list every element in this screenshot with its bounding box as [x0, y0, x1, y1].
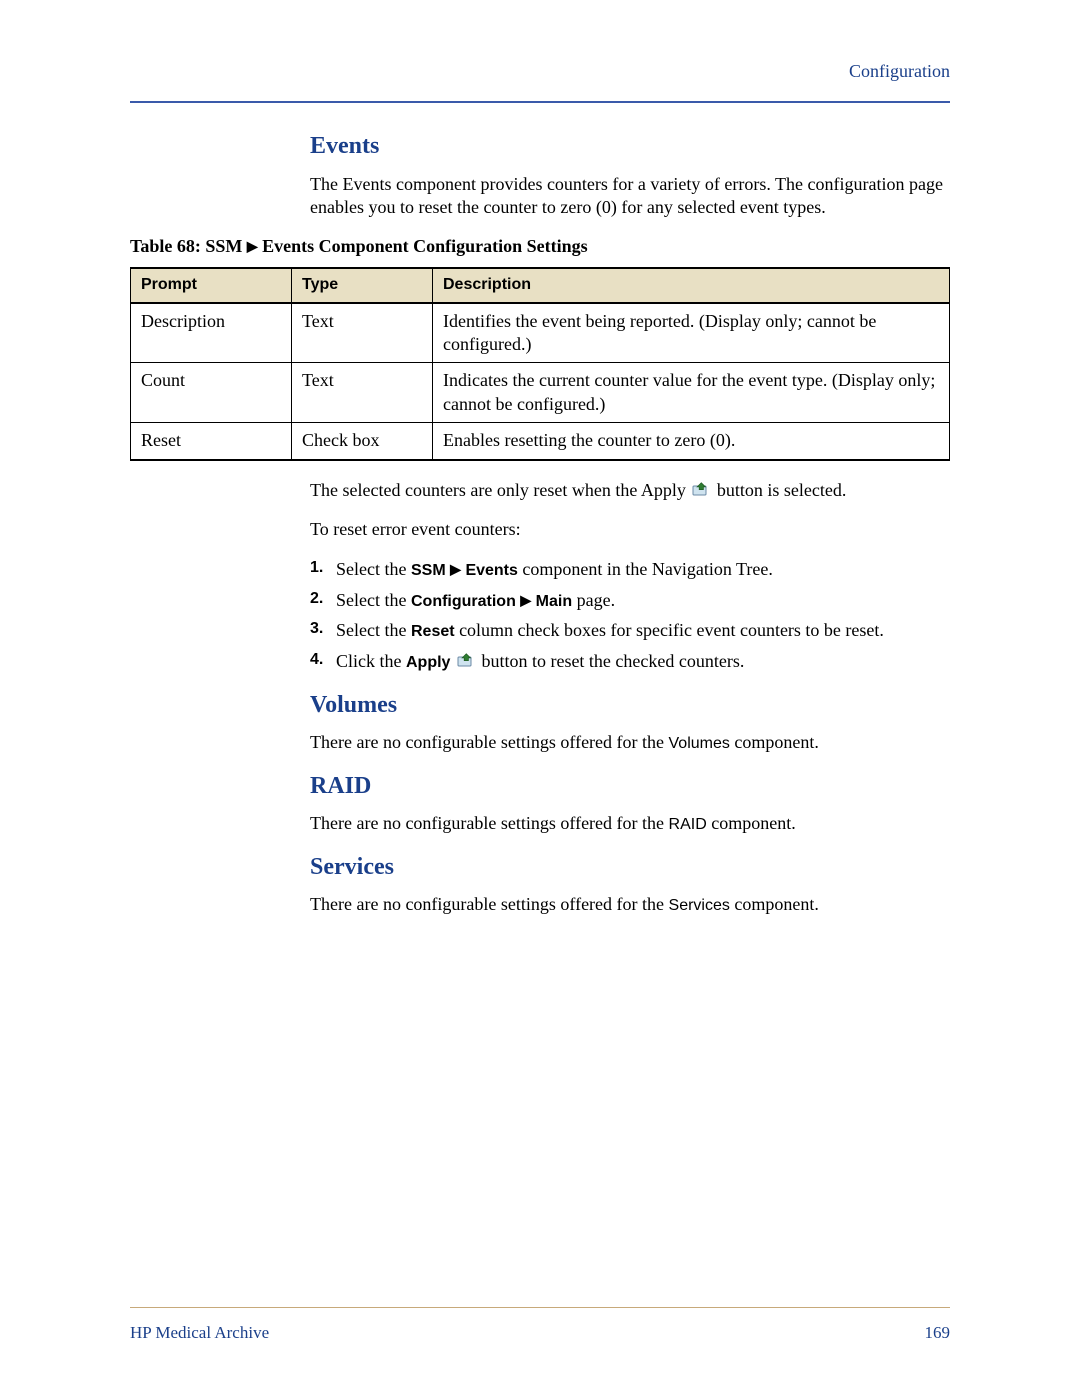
volumes-text: There are no configurable settings offer…: [310, 731, 950, 755]
triangle-icon: ▶: [520, 592, 531, 608]
heading-raid: RAID: [310, 771, 950, 802]
table-row: Count Text Indicates the current counter…: [131, 363, 950, 423]
cell-type: Text: [292, 303, 433, 363]
cell-description: Identifies the event being reported. (Di…: [433, 303, 950, 363]
cell-prompt: Reset: [131, 423, 292, 460]
cell-prompt: Count: [131, 363, 292, 423]
step-bold: SSM: [411, 562, 446, 579]
services-text: There are no configurable settings offer…: [310, 893, 950, 917]
apply-note-b: button is selected.: [717, 480, 846, 500]
th-description: Description: [433, 268, 950, 303]
step-bold: Reset: [411, 623, 455, 640]
table-row: Reset Check box Enables resetting the co…: [131, 423, 950, 460]
raid-text: There are no configurable settings offer…: [310, 812, 950, 836]
heading-volumes: Volumes: [310, 690, 950, 721]
component-name: Volumes: [669, 735, 730, 752]
table-caption-suffix: Events Component Configuration Settings: [262, 236, 588, 256]
running-header: Configuration: [130, 60, 950, 83]
table-caption-prefix: Table 68: SSM: [130, 236, 242, 256]
step-text: button to reset the checked counters.: [481, 651, 744, 671]
table-caption: Table 68: SSM ▶ Events Component Configu…: [130, 235, 950, 258]
step-bold: Events: [465, 562, 517, 579]
step-number: 3.: [310, 618, 336, 643]
step-text: Click the: [336, 651, 406, 671]
step-number: 1.: [310, 557, 336, 582]
para-text: There are no configurable settings offer…: [310, 732, 669, 752]
reset-intro: To reset error event counters:: [310, 518, 950, 541]
step-text: Select the: [336, 559, 411, 579]
para-text: There are no configurable settings offer…: [310, 894, 669, 914]
component-name: Services: [669, 897, 730, 914]
step-number: 2.: [310, 588, 336, 613]
step-text: Select the: [336, 590, 411, 610]
step-bold: Configuration: [411, 593, 516, 610]
para-text: There are no configurable settings offer…: [310, 813, 669, 833]
heading-services: Services: [310, 852, 950, 883]
apply-note-a: The selected counters are only reset whe…: [310, 480, 686, 500]
step-text: Select the: [336, 620, 411, 640]
component-name: RAID: [669, 816, 707, 833]
heading-events: Events: [310, 131, 950, 162]
step-text: page.: [577, 590, 615, 610]
para-text: component.: [730, 894, 819, 914]
step-bold: Main: [536, 593, 572, 610]
header-rule: [130, 101, 950, 103]
footer-rule: [130, 1307, 950, 1308]
triangle-icon: ▶: [247, 240, 258, 255]
events-intro: The Events component provides counters f…: [310, 173, 950, 220]
para-text: component.: [730, 732, 819, 752]
config-table: Prompt Type Description Description Text…: [130, 267, 950, 461]
steps-list: 1. Select the SSM ▶ Events component in …: [310, 557, 950, 673]
cell-type: Text: [292, 363, 433, 423]
step-2: 2. Select the Configuration ▶ Main page.: [310, 588, 950, 613]
triangle-icon: ▶: [450, 561, 461, 577]
step-1: 1. Select the SSM ▶ Events component in …: [310, 557, 950, 582]
th-type: Type: [292, 268, 433, 303]
cell-description: Enables resetting the counter to zero (0…: [433, 423, 950, 460]
cell-prompt: Description: [131, 303, 292, 363]
step-4: 4. Click the Apply button to reset the c…: [310, 649, 950, 674]
page-footer: HP Medical Archive 169: [130, 1307, 950, 1344]
step-text: component in the Navigation Tree.: [522, 559, 772, 579]
step-3: 3. Select the Reset column check boxes f…: [310, 618, 950, 643]
step-text: column check boxes for specific event co…: [459, 620, 884, 640]
footer-product: HP Medical Archive: [130, 1322, 269, 1344]
cell-description: Indicates the current counter value for …: [433, 363, 950, 423]
para-text: component.: [707, 813, 796, 833]
page-number: 169: [925, 1322, 951, 1344]
apply-icon: [692, 481, 710, 497]
table-row: Description Text Identifies the event be…: [131, 303, 950, 363]
events-apply-note: The selected counters are only reset whe…: [310, 479, 950, 502]
cell-type: Check box: [292, 423, 433, 460]
step-number: 4.: [310, 649, 336, 674]
apply-icon: [457, 651, 475, 667]
th-prompt: Prompt: [131, 268, 292, 303]
step-bold: Apply: [406, 654, 450, 671]
